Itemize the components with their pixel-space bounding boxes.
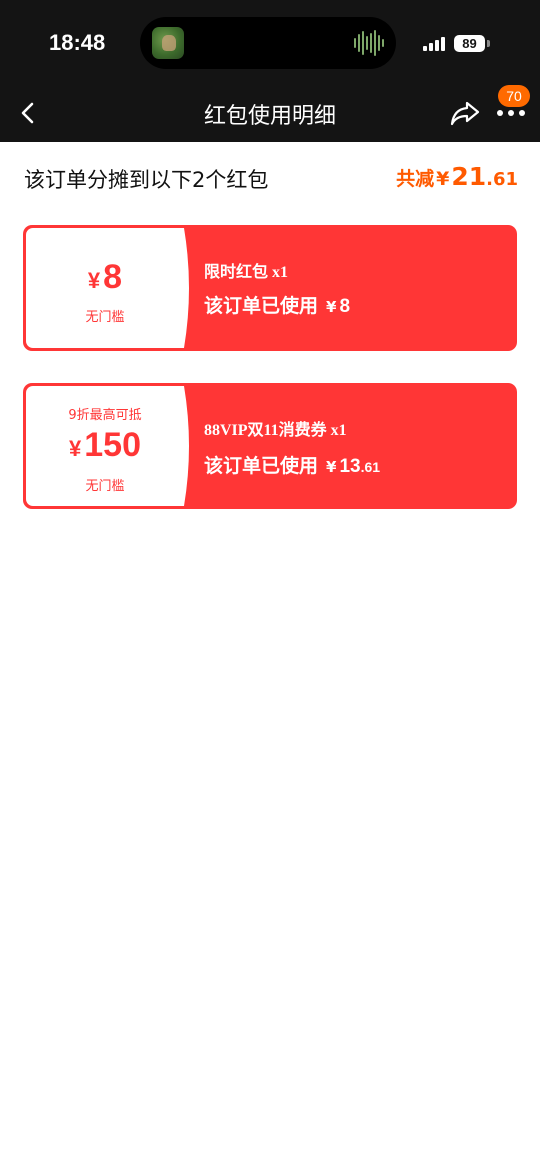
battery-tip xyxy=(487,40,490,47)
coupon-usage: 该订单已使用 ¥ 8 xyxy=(204,291,350,318)
dynamic-island[interactable] xyxy=(140,17,396,69)
coupon-card[interactable]: 9折最高可抵 ¥150 无门槛 88VIP双11消费券 x1 该订单已使用 ¥ … xyxy=(23,383,517,509)
coupon-value-panel: 9折最高可抵 ¥150 无门槛 xyxy=(26,386,198,506)
total-amount-int: 21 xyxy=(451,162,487,191)
notification-badge: 70 xyxy=(498,85,530,107)
coupon-usage-currency: ¥ xyxy=(326,298,337,316)
coupon-usage-label: 该订单已使用 xyxy=(204,455,319,477)
coupon-usage: 该订单已使用 ¥ 13 .61 xyxy=(204,451,380,478)
now-playing-album-art[interactable] xyxy=(152,27,184,59)
coupon-amount-value: 8 xyxy=(103,258,123,296)
coupon-name: 限时红包 x1 xyxy=(204,264,289,281)
coupon-usage-int: 8 xyxy=(339,296,351,317)
coupon-usage-label: 该订单已使用 xyxy=(204,295,319,317)
coupon-threshold: 无门槛 xyxy=(85,479,125,494)
share-button[interactable] xyxy=(448,96,482,130)
total-amount-dec: .61 xyxy=(486,169,518,190)
coupon-threshold: 无门槛 xyxy=(85,310,125,325)
coupon-card[interactable]: ¥8 无门槛 限时红包 x1 该订单已使用 ¥ 8 xyxy=(23,225,517,351)
share-icon xyxy=(450,101,480,126)
coupon-amount-value: 150 xyxy=(84,426,141,464)
coupon-amount: ¥8 xyxy=(26,258,184,297)
coupon-currency: ¥ xyxy=(69,436,82,461)
coupon-name: 88VIP双11消费券 x1 xyxy=(204,422,347,439)
more-icon-dot xyxy=(508,110,514,116)
battery-icon: 89 xyxy=(454,35,485,52)
nav-bar: 红包使用明细 70 xyxy=(0,85,540,142)
total-discount: 共减 ¥ 21 .61 xyxy=(396,162,518,191)
coupon-usage-currency: ¥ xyxy=(326,458,337,476)
status-bar: 18:48 89 xyxy=(0,0,540,88)
more-icon-dot xyxy=(519,110,525,116)
coupon-currency: ¥ xyxy=(87,268,101,293)
coupon-amount: ¥150 xyxy=(26,426,184,465)
total-currency: ¥ xyxy=(436,168,450,190)
signal-icon xyxy=(423,36,447,51)
coupon-value-panel: ¥8 无门槛 xyxy=(26,228,198,348)
coupon-note: 9折最高可抵 xyxy=(68,408,142,423)
total-label: 共减 xyxy=(396,168,435,190)
audio-waveform-icon xyxy=(354,30,384,56)
more-icon xyxy=(497,110,503,116)
coupon-usage-int: 13 xyxy=(339,456,361,477)
status-time: 18:48 xyxy=(49,30,106,55)
summary-text: 该订单分摊到以下2个红包 xyxy=(24,168,269,192)
coupon-usage-dec: .61 xyxy=(360,459,381,475)
